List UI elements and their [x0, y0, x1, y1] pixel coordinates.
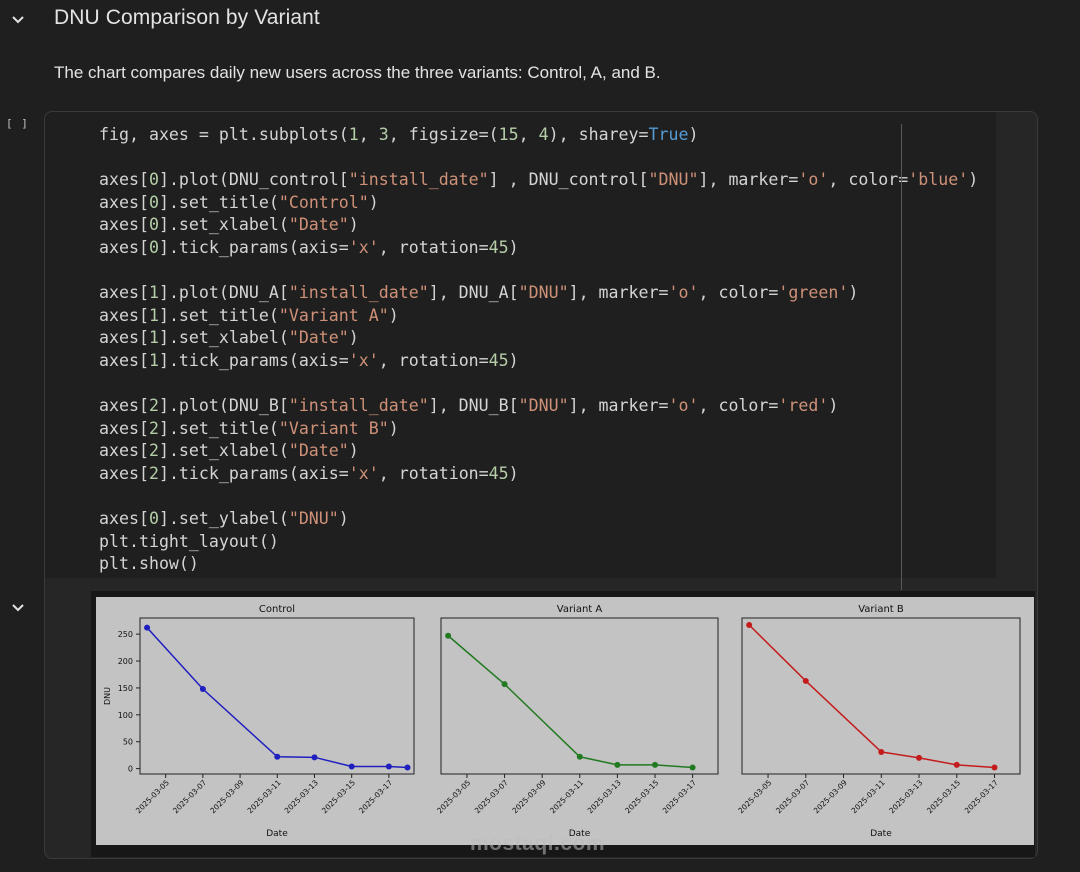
x-tick-label: 2025-03-17 [963, 778, 1000, 815]
data-point [274, 753, 281, 760]
collapse-section-chevron-down-icon[interactable] [9, 10, 27, 28]
data-point [878, 748, 885, 755]
y-tick-label: 200 [118, 657, 133, 666]
ruler-line [901, 124, 902, 590]
data-point [991, 764, 998, 771]
chart-title: Variant B [858, 604, 904, 615]
code-content[interactable]: fig, axes = plt.subplots(1, 3, figsize=(… [99, 124, 978, 576]
y-tick-label: 150 [118, 684, 133, 693]
data-point [953, 761, 960, 768]
chart-title: Variant A [557, 604, 603, 615]
x-tick-label: 2025-03-05 [435, 778, 472, 815]
plot-area [440, 617, 719, 775]
x-tick-label: 2025-03-11 [850, 778, 887, 815]
x-tick-label: 2025-03-05 [736, 778, 773, 815]
x-tick-label: 2025-03-05 [134, 778, 171, 815]
data-point [445, 632, 452, 639]
x-tick-label: 2025-03-09 [208, 778, 245, 815]
plot-area [139, 617, 415, 775]
x-tick-label: 2025-03-13 [283, 778, 320, 815]
data-point [652, 761, 659, 768]
data-point [385, 763, 392, 770]
y-tick-label: 0 [128, 765, 133, 774]
chart-panel-0: ControlDateDNU0501001502002502025-03-05 2… [103, 604, 415, 839]
data-point [916, 754, 923, 761]
chart-panel-2: Variant BDate2025-03-05 2025-03-07 2025-03… [736, 604, 1021, 839]
x-tick-label: 2025-03-09 [812, 778, 849, 815]
x-tick-label: 2025-03-15 [925, 778, 962, 815]
x-tick-label: 2025-03-17 [661, 778, 698, 815]
output-toggle-chevron-down-icon[interactable] [9, 598, 27, 616]
y-tick-label: 100 [118, 711, 133, 720]
data-point [311, 754, 318, 761]
data-point [144, 624, 151, 631]
x-tick-label: 2025-03-07 [473, 778, 510, 815]
cell-execution-count[interactable]: [ ] [6, 117, 29, 130]
x-tick-label: 2025-03-15 [320, 778, 357, 815]
x-tick-label: 2025-03-13 [586, 778, 623, 815]
y-tick-label: 250 [118, 630, 133, 639]
x-tick-label: 2025-03-15 [623, 778, 660, 815]
x-tick-label: 2025-03-09 [510, 778, 547, 815]
data-point [404, 764, 411, 771]
data-point [576, 753, 583, 760]
x-axis-label: Date [266, 829, 288, 839]
markdown-paragraph: The chart compares daily new users acros… [54, 63, 661, 82]
y-tick-label: 50 [123, 738, 133, 747]
matplotlib-figure: Control Date DNU 0 50 100 150 200 250 2025-03-05 2… [96, 597, 1034, 845]
x-axis-label: Date [870, 829, 892, 839]
x-tick-label: 2025-03-07 [171, 778, 208, 815]
data-point [802, 677, 809, 684]
x-tick-label: 2025-03-07 [774, 778, 811, 815]
x-tick-label: 2025-03-17 [357, 778, 394, 815]
chart-figure: ControlDateDNU0501001502002502025-03-05 2… [103, 604, 1021, 839]
x-tick-label: 2025-03-13 [887, 778, 924, 815]
data-point [199, 686, 206, 693]
y-axis-label: DNU [103, 687, 112, 705]
chart-panel-1: Variant ADate2025-03-05 2025-03-07 2025-03… [435, 604, 719, 839]
data-point [746, 621, 753, 628]
x-tick-label: 2025-03-11 [548, 778, 585, 815]
watermark-text: mostaql.com [470, 832, 606, 855]
data-point [614, 761, 621, 768]
x-tick-label: 2025-03-11 [246, 778, 283, 815]
data-point [501, 681, 508, 688]
data-point [348, 763, 355, 770]
data-point [689, 764, 696, 771]
section-heading: DNU Comparison by Variant [54, 6, 320, 29]
chart-title: Control [259, 604, 295, 615]
